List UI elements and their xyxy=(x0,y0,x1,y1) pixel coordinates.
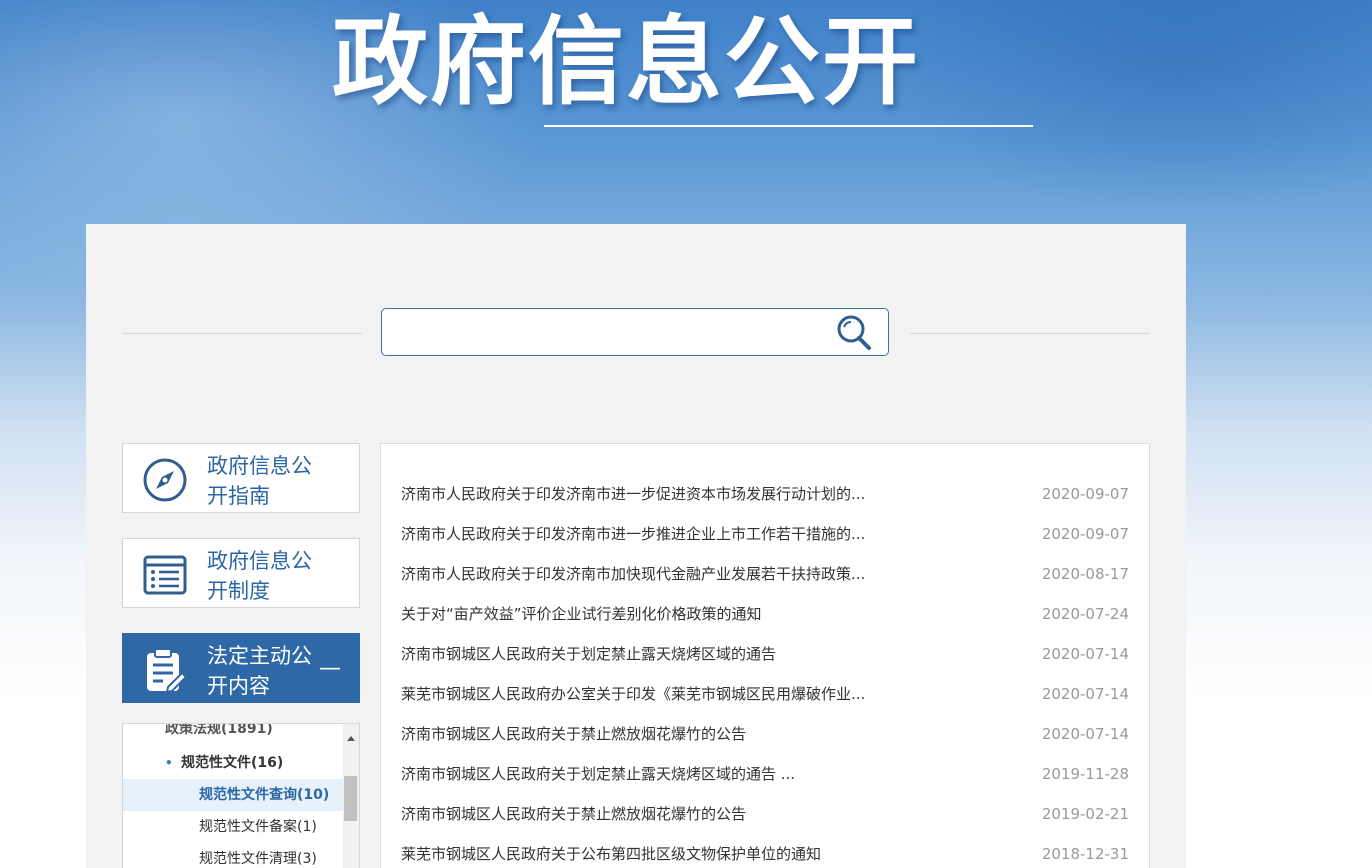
list-item[interactable]: 莱芜市钢城区人民政府关于公布第四批区级文物保护单位的通知 2018-12-31 xyxy=(401,840,1129,868)
tree-item-policy[interactable]: 政策法规(1891) xyxy=(123,724,343,745)
list-item[interactable]: 济南市人民政府关于印发济南市加快现代金融产业发展若干扶持政策... 2020-0… xyxy=(401,560,1129,588)
compass-icon xyxy=(143,458,187,502)
list-item[interactable]: 济南市人民政府关于印发济南市进一步促进资本市场发展行动计划的... 2020-0… xyxy=(401,480,1129,508)
list-item-title[interactable]: 济南市钢城区人民政府关于划定禁止露天烧烤区域的通告 ... xyxy=(401,760,795,788)
tree-item-normative-cleanup[interactable]: 规范性文件清理(3) xyxy=(123,843,343,868)
list-item-title[interactable]: 济南市钢城区人民政府关于划定禁止露天烧烤区域的通告 xyxy=(401,640,776,668)
search-divider-right xyxy=(910,333,1150,334)
list-item-date: 2019-02-21 xyxy=(1041,805,1129,823)
nav-card-system[interactable]: 政府信息公开制度 xyxy=(122,538,360,608)
collapse-toggle[interactable]: — xyxy=(319,658,341,680)
list-item-date: 2020-09-07 xyxy=(1041,525,1129,543)
list-item[interactable]: 关于对“亩产效益”评价企业试行差别化价格政策的通知 2020-07-24 xyxy=(401,600,1129,628)
list-item-title[interactable]: 济南市钢城区人民政府关于禁止燃放烟花爆竹的公告 xyxy=(401,800,746,828)
search-bar xyxy=(381,308,889,356)
list-item-date: 2020-09-07 xyxy=(1041,485,1129,503)
list-item-title[interactable]: 济南市人民政府关于印发济南市进一步促进资本市场发展行动计划的... xyxy=(401,480,865,508)
title-underline xyxy=(544,125,1033,127)
list-item-title[interactable]: 关于对“亩产效益”评价企业试行差别化价格政策的通知 xyxy=(401,600,762,628)
search-icon[interactable] xyxy=(834,314,876,352)
search-divider-left xyxy=(122,333,362,334)
list-item[interactable]: 莱芜市钢城区人民政府办公室关于印发《莱芜市钢城区民用爆破作业... 2020-0… xyxy=(401,680,1129,708)
list-item-date: 2020-07-14 xyxy=(1041,725,1129,743)
page-title: 政府信息公开 xyxy=(332,6,920,118)
nav-card-label: 法定主动公开内容 xyxy=(207,644,312,698)
list-item-title[interactable]: 济南市人民政府关于印发济南市加快现代金融产业发展若干扶持政策... xyxy=(401,560,865,588)
list-item-date: 2020-08-17 xyxy=(1041,565,1129,583)
list-icon xyxy=(143,555,187,595)
list-item-date: 2020-07-14 xyxy=(1041,645,1129,663)
bullet-icon: • xyxy=(165,756,173,770)
main-panel: 政府信息公开指南 政府信息公开制度 法定主动公开内容 — 政策法规(1891) … xyxy=(86,224,1186,868)
list-item[interactable]: 济南市钢城区人民政府关于禁止燃放烟花爆竹的公告 2020-07-14 xyxy=(401,720,1129,748)
tree-item-normative-docs[interactable]: • 规范性文件(16) xyxy=(123,747,343,779)
scroll-up-arrow-icon[interactable] xyxy=(347,736,355,741)
category-tree: 政策法规(1891) • 规范性文件(16) 规范性文件查询(10) 规范性文件… xyxy=(122,723,360,868)
tree-item-normative-record[interactable]: 规范性文件备案(1) xyxy=(123,811,343,843)
nav-card-guide[interactable]: 政府信息公开指南 xyxy=(122,443,360,513)
list-item-date: 2020-07-14 xyxy=(1041,685,1129,703)
list-item[interactable]: 济南市钢城区人民政府关于划定禁止露天烧烤区域的通告 2020-07-14 xyxy=(401,640,1129,668)
nav-card-label: 政府信息公开制度 xyxy=(207,549,312,603)
list-item-date: 2019-11-28 xyxy=(1041,765,1129,783)
tree-item-label: 规范性文件(16) xyxy=(181,755,284,771)
document-list: 济南市人民政府关于印发济南市进一步促进资本市场发展行动计划的... 2020-0… xyxy=(380,443,1150,868)
list-item[interactable]: 济南市人民政府关于印发济南市进一步推进企业上市工作若干措施的... 2020-0… xyxy=(401,520,1129,548)
list-item[interactable]: 济南市钢城区人民政府关于划定禁止露天烧烤区域的通告 ... 2019-11-28 xyxy=(401,760,1129,788)
list-item-title[interactable]: 济南市钢城区人民政府关于禁止燃放烟花爆竹的公告 xyxy=(401,720,746,748)
list-item-date: 2020-07-24 xyxy=(1041,605,1129,623)
list-item-title[interactable]: 济南市人民政府关于印发济南市进一步推进企业上市工作若干措施的... xyxy=(401,520,865,548)
list-item-title[interactable]: 莱芜市钢城区人民政府办公室关于印发《莱芜市钢城区民用爆破作业... xyxy=(401,680,865,708)
tree-item-normative-query[interactable]: 规范性文件查询(10) xyxy=(123,779,343,811)
tree-scrollbar[interactable] xyxy=(343,724,359,868)
search-input[interactable] xyxy=(392,317,826,349)
scroll-thumb[interactable] xyxy=(344,776,357,821)
nav-card-label: 政府信息公开指南 xyxy=(207,454,312,508)
list-item-title[interactable]: 莱芜市钢城区人民政府关于公布第四批区级文物保护单位的通知 xyxy=(401,840,821,868)
list-item[interactable]: 济南市钢城区人民政府关于禁止燃放烟花爆竹的公告 2019-02-21 xyxy=(401,800,1129,828)
clipboard-edit-icon xyxy=(147,648,188,694)
nav-card-statutory-content[interactable]: 法定主动公开内容 — xyxy=(122,633,360,703)
list-item-date: 2018-12-31 xyxy=(1041,845,1129,863)
